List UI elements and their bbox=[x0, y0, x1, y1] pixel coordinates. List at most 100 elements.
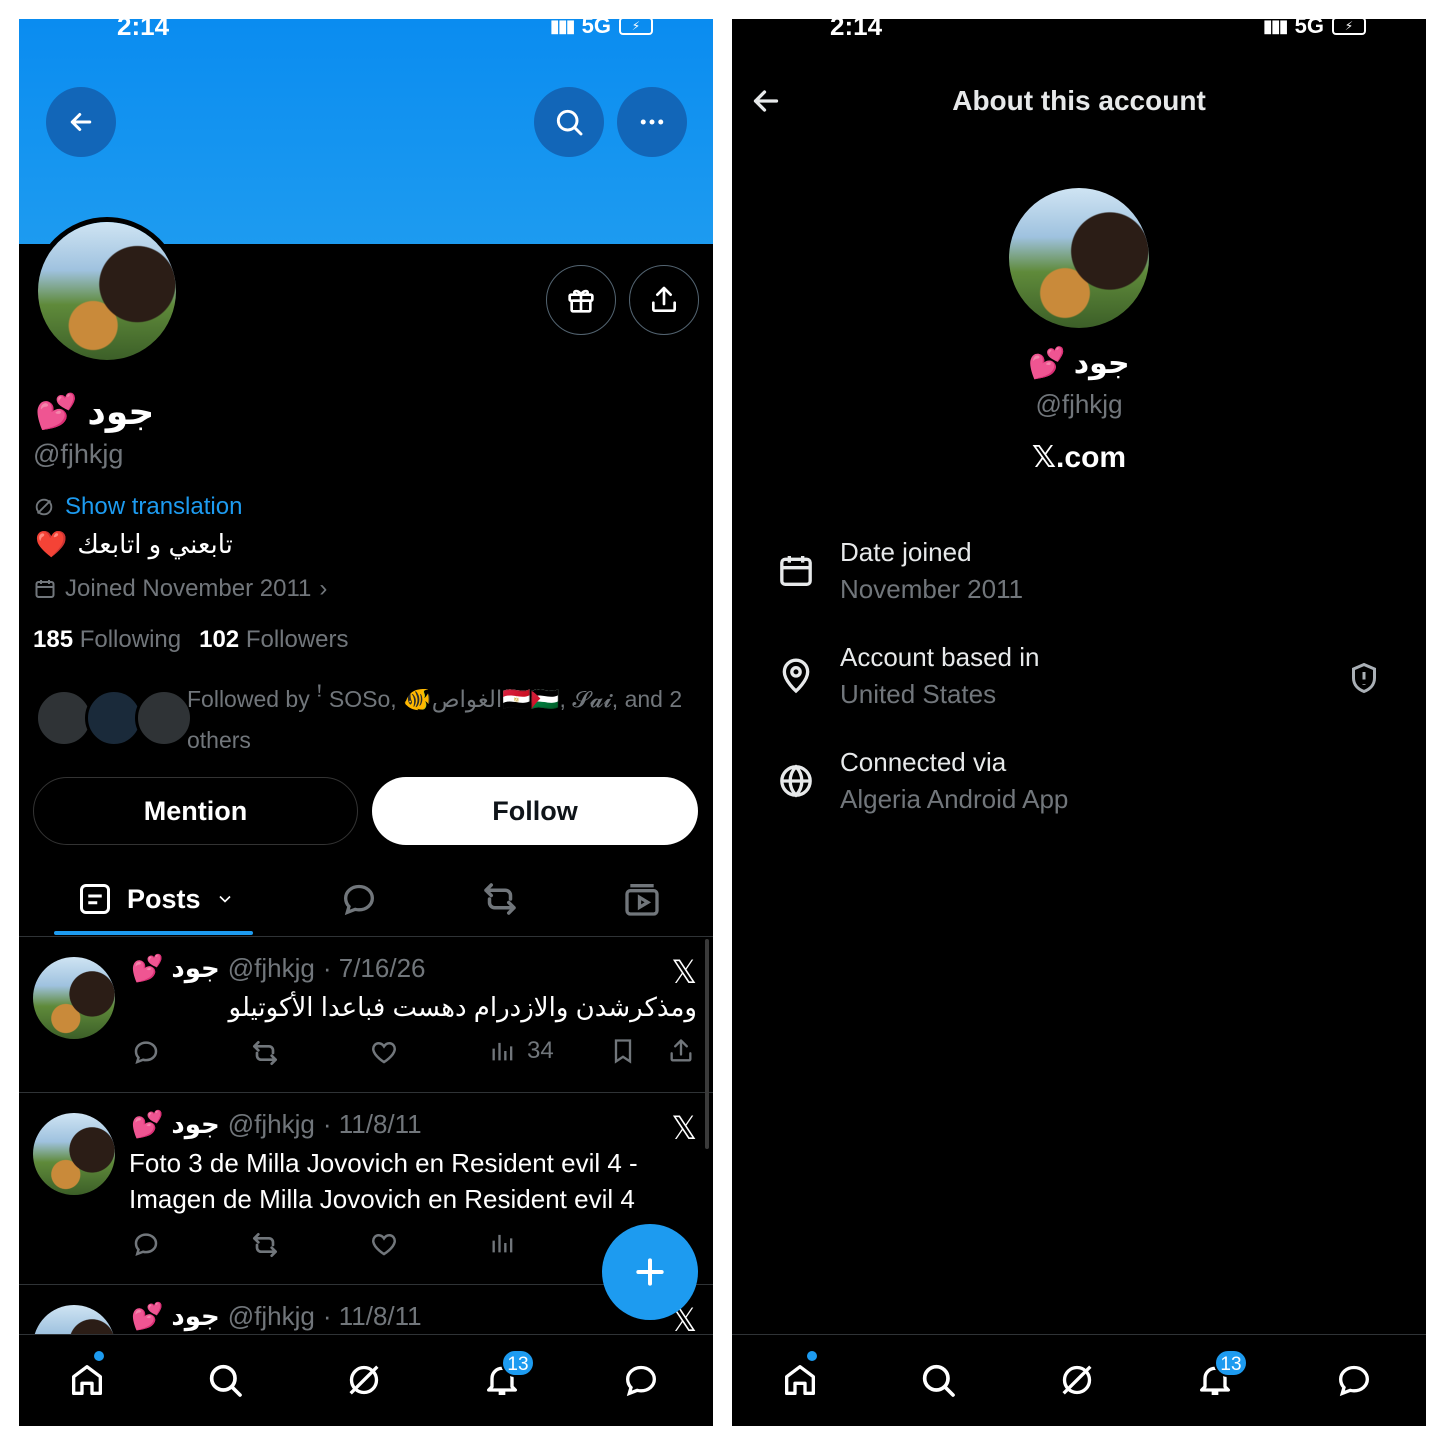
post-header: 💕 جود @fjhkjg · 11/8/11 bbox=[131, 1109, 422, 1140]
shield-alert-icon[interactable] bbox=[1346, 660, 1382, 696]
follow-button[interactable]: Follow bbox=[372, 777, 698, 845]
heart-icon bbox=[372, 1041, 396, 1064]
info-value: November 2011 bbox=[840, 574, 1024, 604]
post-avatar[interactable] bbox=[33, 957, 115, 1039]
tab-reposts[interactable] bbox=[479, 879, 521, 919]
heart-icon bbox=[372, 1233, 396, 1256]
repost-icon bbox=[253, 1233, 277, 1257]
profile-display-name: جود bbox=[87, 391, 155, 432]
page-title: About this account bbox=[952, 85, 1206, 116]
search-button[interactable] bbox=[534, 87, 604, 157]
home-icon bbox=[785, 1365, 815, 1395]
x-logo-icon: 𝕏 bbox=[671, 1110, 697, 1146]
plus-icon bbox=[636, 1258, 664, 1286]
home-icon bbox=[72, 1365, 103, 1395]
bookmark-button[interactable] bbox=[609, 1037, 637, 1065]
nav-notifications[interactable]: 13 bbox=[479, 1349, 535, 1403]
info-label: Account based in bbox=[840, 642, 1040, 672]
tab-posts-label: Posts bbox=[127, 883, 201, 914]
location-pin-icon bbox=[782, 658, 810, 694]
views-icon bbox=[492, 1042, 513, 1061]
post-handle: @fjhkjg bbox=[227, 1109, 315, 1139]
network-label: 5G bbox=[581, 19, 611, 38]
nav-messages[interactable] bbox=[1331, 1357, 1377, 1403]
followed-by[interactable]: Followed by ꜝ SOSo, 🐠الغواص🇪🇬🇵🇸, 𝓢𝓪𝓲, an… bbox=[35, 679, 695, 759]
tab-posts[interactable]: Posts bbox=[77, 879, 235, 919]
nav-grok[interactable] bbox=[1054, 1357, 1100, 1403]
chevron-down-icon bbox=[218, 895, 231, 903]
signal-icon: ▮▮▮ bbox=[1262, 19, 1289, 36]
post-author-name: جود bbox=[171, 1109, 220, 1139]
bottom-nav: 13 bbox=[19, 1334, 713, 1426]
tab-replies[interactable] bbox=[339, 879, 379, 919]
share-button[interactable] bbox=[629, 265, 699, 335]
following-link[interactable]: 185 Following bbox=[33, 626, 181, 654]
message-icon bbox=[625, 1365, 657, 1397]
profile-name: 💕 جود bbox=[35, 391, 154, 433]
bookmark-icon bbox=[614, 1039, 632, 1064]
back-button[interactable] bbox=[46, 87, 116, 157]
share-icon bbox=[670, 1039, 692, 1062]
tab-media[interactable] bbox=[622, 879, 662, 919]
repost-button[interactable] bbox=[249, 1229, 281, 1261]
status-time: 2:14 bbox=[117, 19, 170, 41]
repost-button[interactable] bbox=[249, 1037, 281, 1069]
reply-button[interactable] bbox=[131, 1037, 161, 1067]
follower-avatar bbox=[135, 689, 193, 747]
post-author-name: جود bbox=[171, 953, 220, 983]
more-options-button[interactable] bbox=[617, 87, 687, 157]
reply-icon bbox=[134, 1041, 158, 1065]
gift-button[interactable] bbox=[546, 265, 616, 335]
account-display-name: جود bbox=[1073, 347, 1130, 380]
nav-grok[interactable] bbox=[341, 1357, 387, 1403]
post-actions: 34 bbox=[131, 1037, 699, 1071]
compose-post-button[interactable] bbox=[602, 1224, 698, 1320]
repost-icon bbox=[484, 883, 516, 915]
post-header: 💕 جود @fjhkjg · 7/16/26 bbox=[131, 953, 426, 984]
nav-search[interactable] bbox=[202, 1357, 248, 1403]
nav-notifications[interactable]: 13 bbox=[1192, 1349, 1248, 1403]
scrollbar[interactable] bbox=[705, 939, 709, 1149]
profile-banner bbox=[19, 19, 713, 244]
show-translation-link[interactable]: Show translation bbox=[33, 493, 242, 521]
post-text: Foto 3 de Milla Jovovich en Resident evi… bbox=[129, 1148, 638, 1214]
posts-icon bbox=[80, 884, 110, 914]
nav-search[interactable] bbox=[915, 1357, 961, 1403]
calendar-icon bbox=[780, 556, 812, 586]
mention-button[interactable]: Mention bbox=[33, 777, 358, 845]
info-row-connected-via: Connected via Algeria Android App bbox=[732, 747, 1426, 827]
show-translation-label: Show translation bbox=[65, 493, 243, 520]
followers-link[interactable]: 102 Followers bbox=[199, 626, 348, 654]
profile-tabs: Posts bbox=[19, 865, 713, 937]
nav-home[interactable] bbox=[777, 1351, 823, 1403]
post-header: 💕 جود @fjhkjg · 11/8/11 bbox=[131, 1301, 422, 1332]
globe-icon bbox=[780, 764, 812, 798]
views-button[interactable]: 34 bbox=[489, 1037, 554, 1065]
nav-messages[interactable] bbox=[618, 1357, 664, 1403]
two-hearts-emoji: 💕 bbox=[131, 1301, 164, 1331]
post-date: · 11/8/11 bbox=[322, 1301, 422, 1331]
joined-date[interactable]: Joined November 2011 › bbox=[33, 575, 327, 603]
nav-home[interactable] bbox=[64, 1351, 110, 1403]
share-icon bbox=[652, 286, 676, 312]
profile-avatar[interactable] bbox=[33, 217, 181, 365]
followed-by-text: Followed by ꜝ SOSo, 🐠الغواص🇪🇬🇵🇸, 𝓢𝓪𝓲, an… bbox=[187, 686, 683, 753]
views-button[interactable] bbox=[489, 1229, 517, 1257]
post-text: ومذكرشدن والازدرام دهست فباعدا الأكوتيلو bbox=[228, 992, 697, 1022]
network-label: 5G bbox=[1294, 19, 1324, 38]
like-button[interactable] bbox=[369, 1229, 399, 1259]
post-item[interactable]: 💕 جود @fjhkjg · 7/16/26 𝕏 ومذكرشدن والاز… bbox=[19, 937, 713, 1093]
two-hearts-emoji: 💕 bbox=[1028, 347, 1066, 380]
like-button[interactable] bbox=[369, 1037, 399, 1067]
post-avatar[interactable] bbox=[33, 1113, 115, 1195]
reply-button[interactable] bbox=[131, 1229, 161, 1259]
x-logo-icon: 𝕏 bbox=[671, 954, 697, 990]
profile-bio: ❤️ تابعني و اتابعك bbox=[35, 529, 233, 560]
info-value: United States bbox=[840, 679, 997, 709]
follow-counts: 185 Following 102 Followers bbox=[33, 626, 349, 654]
battery-icon: ⚡ bbox=[619, 19, 653, 35]
post-handle: @fjhkjg bbox=[227, 1301, 315, 1331]
notifications-badge: 13 bbox=[1214, 1349, 1248, 1377]
gift-icon bbox=[568, 289, 594, 313]
post-share-button[interactable] bbox=[667, 1037, 695, 1065]
